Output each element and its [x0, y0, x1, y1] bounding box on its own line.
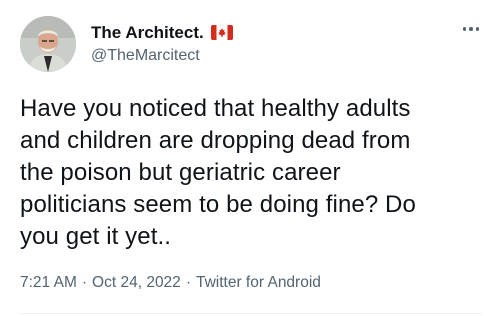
- tweet-date[interactable]: Oct 24, 2022: [92, 274, 181, 292]
- dot: [462, 27, 467, 31]
- tweet-source[interactable]: Twitter for Android: [196, 274, 321, 292]
- avatar[interactable]: [20, 16, 76, 72]
- dot: [475, 27, 480, 31]
- tweet-header: The Architect. @TheMarcitect: [20, 16, 233, 72]
- display-name-row: The Architect.: [91, 22, 233, 44]
- avatar-image: [20, 16, 76, 72]
- tweet: The Architect. @TheMarcitect Have you no…: [0, 0, 500, 316]
- divider: [20, 313, 482, 314]
- separator: ·: [81, 274, 88, 291]
- author-names: The Architect. @TheMarcitect: [91, 22, 233, 67]
- more-options-icon[interactable]: [460, 18, 482, 40]
- tweet-meta: 7:21 AM · Oct 24, 2022 · Twitter for And…: [20, 274, 321, 292]
- user-handle[interactable]: @TheMarcitect: [91, 45, 233, 67]
- tweet-text: Have you noticed that healthy adults and…: [20, 95, 416, 250]
- canada-flag-icon: [210, 25, 233, 40]
- dot: [469, 27, 473, 31]
- separator: ·: [185, 274, 191, 291]
- display-name[interactable]: The Architect.: [91, 22, 204, 44]
- tweet-time[interactable]: 7:21 AM: [20, 274, 77, 292]
